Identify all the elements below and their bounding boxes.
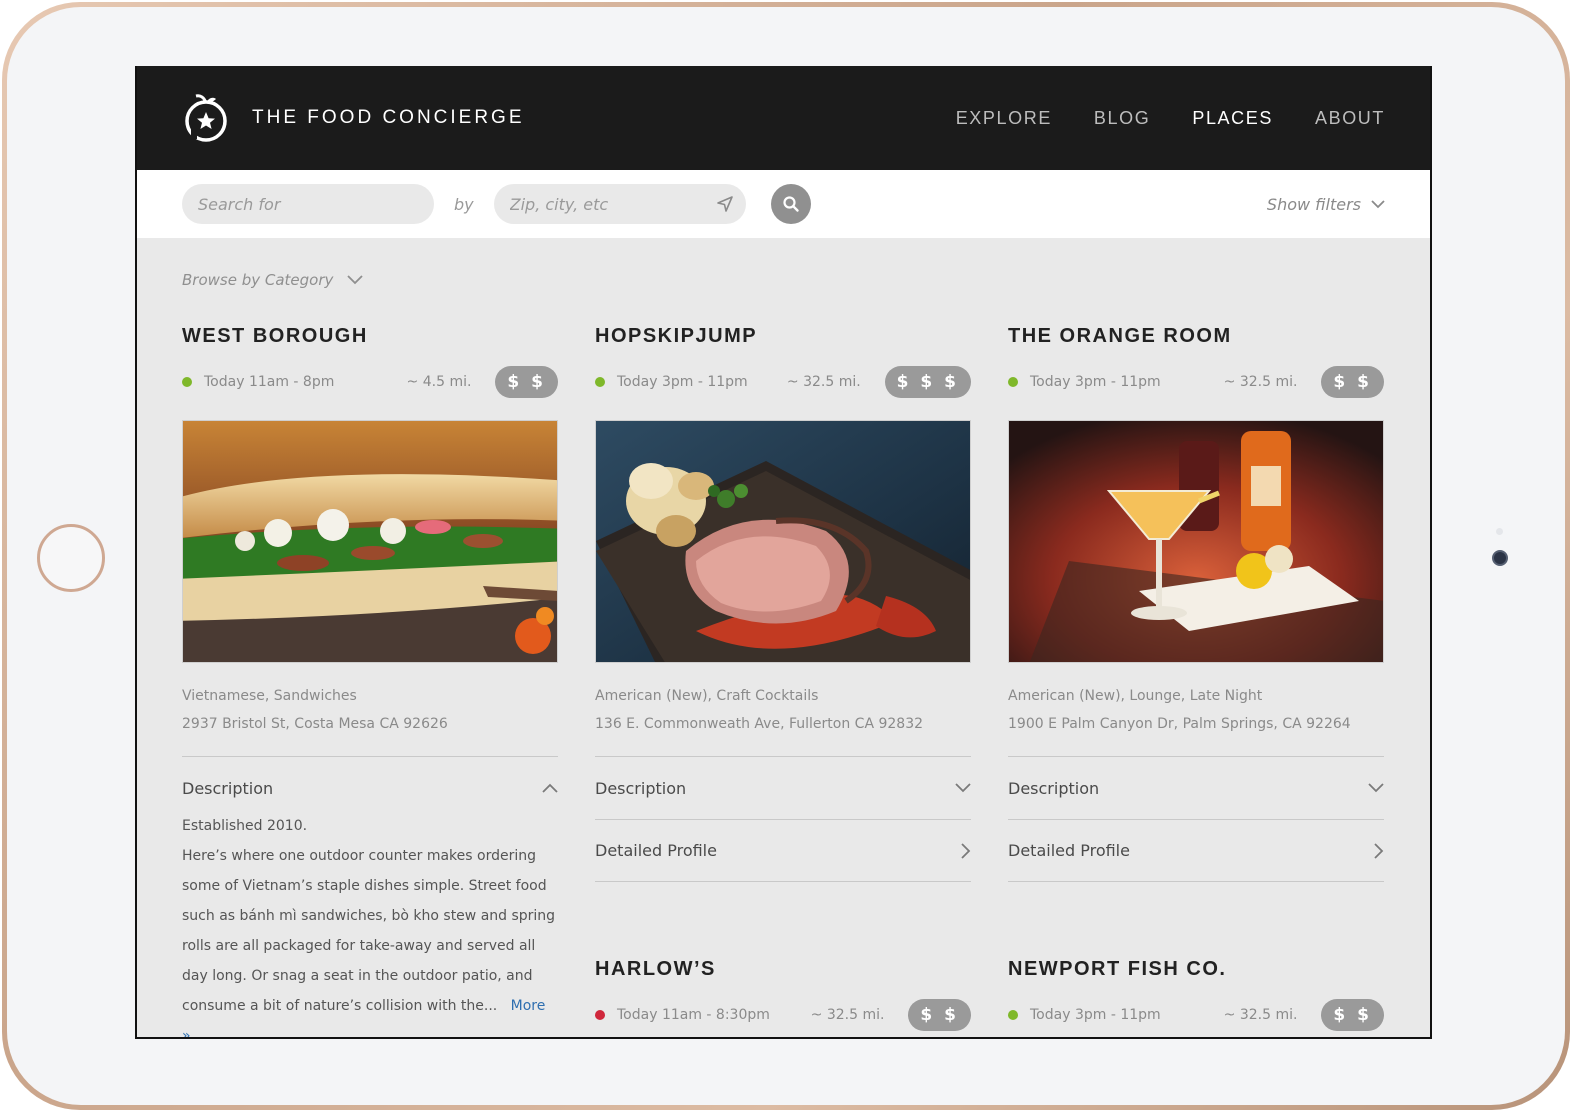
place-cuisine: American (New), Lounge, Late Night	[1008, 688, 1263, 704]
steak-photo[interactable]	[595, 420, 971, 663]
place-name[interactable]: THE ORANGE ROOM	[1008, 325, 1384, 348]
place-name[interactable]: HARLOW’S	[595, 958, 971, 981]
description-label: Description	[182, 778, 274, 798]
place-hours: Today 3pm - 11pm	[1030, 1007, 1161, 1023]
place-hours: Today 11am - 8pm	[204, 374, 335, 390]
sandwich-photo[interactable]	[182, 420, 558, 663]
description-line: day long. Or snag a seat in the outdoor …	[182, 968, 533, 984]
place-name[interactable]: NEWPORT FISH CO.	[1008, 958, 1384, 981]
description-line: some of Vietnam’s staple dishes simple. …	[182, 878, 547, 894]
home-button[interactable]	[37, 524, 105, 592]
place-card: THE ORANGE ROOM Today 3pm - 11pm ~ 32.5 …	[1008, 325, 1384, 882]
nav-about[interactable]: ABOUT	[1315, 108, 1385, 129]
cocktail-photo[interactable]	[1008, 420, 1384, 663]
open-status-dot	[595, 377, 605, 387]
description-last-line: consume a bit of nature’s collision with…	[182, 991, 558, 1037]
description-line: such as bánh mì sandwiches, bò kho stew …	[182, 908, 556, 924]
open-status-dot	[1008, 1010, 1018, 1020]
brand-name[interactable]: THE FOOD CONCIERGE	[252, 107, 525, 129]
tablet-screen: THE FOOD CONCIERGE EXPLORE BLOG PLACES A…	[135, 66, 1432, 1039]
chevron-right-icon	[1374, 842, 1384, 859]
description-line: rolls are all packaged for take-away and…	[182, 938, 536, 954]
places-grid: WEST BOROUGH Today 11am - 8pm ~ 4.5 mi. …	[182, 289, 1385, 1037]
location-input[interactable]	[493, 184, 746, 224]
nav-blog[interactable]: BLOG	[1094, 108, 1150, 129]
search-input[interactable]	[182, 184, 434, 224]
detailed-profile-link[interactable]: Detailed Profile	[595, 819, 971, 882]
place-address: 2937 Bristol St, Costa Mesa CA 92626	[182, 716, 448, 732]
place-distance: ~ 4.5 mi.	[406, 374, 472, 390]
description-text: Established 2010. Here’s where one outdo…	[182, 811, 558, 1037]
apple-star-logo-icon[interactable]	[182, 91, 230, 145]
chevron-down-icon	[347, 275, 364, 285]
description-label: Description	[1008, 778, 1100, 798]
description-toggle[interactable]: Description	[182, 756, 558, 819]
price-badge: $ $	[495, 366, 558, 398]
place-hours: Today 11am - 8:30pm	[617, 1007, 770, 1023]
description-line: consume a bit of nature’s collision with…	[182, 998, 498, 1014]
price-badge: $ $	[908, 999, 971, 1031]
place-distance: ~ 32.5 mi.	[810, 1007, 885, 1023]
browse-by-category-toggle[interactable]: Browse by Category	[182, 271, 382, 289]
place-card: NEWPORT FISH CO. Today 3pm - 11pm ~ 32.5…	[1008, 958, 1384, 1031]
price-badge: $ $	[1321, 366, 1384, 398]
place-cuisine: American (New), Craft Cocktails	[595, 688, 819, 704]
price-badge: $ $	[1321, 999, 1384, 1031]
browse-label: Browse by Category	[182, 271, 334, 289]
description-label: Description	[595, 778, 687, 798]
place-meta: Today 11am - 8:30pm ~ 32.5 mi. $ $	[595, 999, 971, 1031]
chevron-right-icon	[961, 842, 971, 859]
place-meta: Today 11am - 8pm ~ 4.5 mi. $ $	[182, 366, 558, 398]
detailed-profile-label: Detailed Profile	[595, 841, 717, 860]
description-toggle[interactable]: Description	[595, 756, 971, 819]
front-camera	[1492, 550, 1508, 566]
chevron-down-icon	[955, 783, 971, 793]
chevron-up-icon	[542, 783, 558, 793]
nav-explore[interactable]: EXPLORE	[956, 108, 1052, 129]
open-status-dot	[182, 377, 192, 387]
price-badge: $ $ $	[884, 366, 971, 398]
nav-places[interactable]: PLACES	[1192, 108, 1273, 129]
location-field-wrapper	[493, 184, 746, 224]
place-meta: Today 3pm - 11pm ~ 32.5 mi. $ $	[1008, 366, 1384, 398]
place-address: 136 E. Commonweath Ave, Fullerton CA 928…	[595, 716, 924, 732]
place-meta: Today 3pm - 11pm ~ 32.5 mi. $ $ $	[595, 366, 971, 398]
main-content: Browse by Category WEST BOROUGH Today 11…	[137, 271, 1430, 1037]
place-cuisine: Vietnamese, Sandwiches	[182, 688, 357, 704]
place-address: 1900 E Palm Canyon Dr, Palm Springs, CA …	[1008, 716, 1351, 732]
show-filters-label: Show filters	[1266, 194, 1361, 214]
web-page: THE FOOD CONCIERGE EXPLORE BLOG PLACES A…	[137, 66, 1430, 1037]
place-meta: Today 3pm - 11pm ~ 32.5 mi. $ $	[1008, 999, 1384, 1031]
place-name[interactable]: HOPSKIPJUMP	[595, 325, 971, 348]
place-distance: ~ 32.5 mi.	[786, 374, 861, 390]
search-button[interactable]	[770, 184, 811, 224]
place-hours: Today 3pm - 11pm	[1030, 374, 1161, 390]
light-sensor	[1496, 528, 1503, 535]
main-nav: EXPLORE BLOG PLACES ABOUT	[956, 108, 1385, 129]
closed-status-dot	[595, 1010, 605, 1020]
description-line: Here’s where one outdoor counter makes o…	[182, 848, 536, 864]
place-card: HARLOW’S Today 11am - 8:30pm ~ 32.5 mi. …	[595, 958, 971, 1031]
place-card: WEST BOROUGH Today 11am - 8pm ~ 4.5 mi. …	[182, 325, 558, 1037]
place-hours: Today 3pm - 11pm	[617, 374, 748, 390]
place-distance: ~ 32.5 mi.	[1223, 374, 1298, 390]
chevron-down-icon	[1371, 199, 1385, 208]
description-line: Established 2010.	[182, 818, 308, 834]
site-header: THE FOOD CONCIERGE EXPLORE BLOG PLACES A…	[137, 66, 1430, 170]
show-filters-toggle[interactable]: Show filters	[1267, 195, 1385, 214]
detailed-profile-label: Detailed Profile	[1008, 841, 1130, 860]
search-bar: by Show filters	[137, 170, 1430, 238]
by-label: by	[454, 194, 474, 214]
place-distance: ~ 32.5 mi.	[1223, 1007, 1298, 1023]
location-arrow-icon[interactable]	[716, 195, 734, 213]
detailed-profile-link[interactable]: Detailed Profile	[1008, 819, 1384, 882]
chevron-down-icon	[1368, 783, 1384, 793]
description-toggle[interactable]: Description	[1008, 756, 1384, 819]
place-name[interactable]: WEST BOROUGH	[182, 325, 558, 348]
place-card: HOPSKIPJUMP Today 3pm - 11pm ~ 32.5 mi. …	[595, 325, 971, 882]
open-status-dot	[1008, 377, 1018, 387]
search-icon	[783, 196, 799, 212]
